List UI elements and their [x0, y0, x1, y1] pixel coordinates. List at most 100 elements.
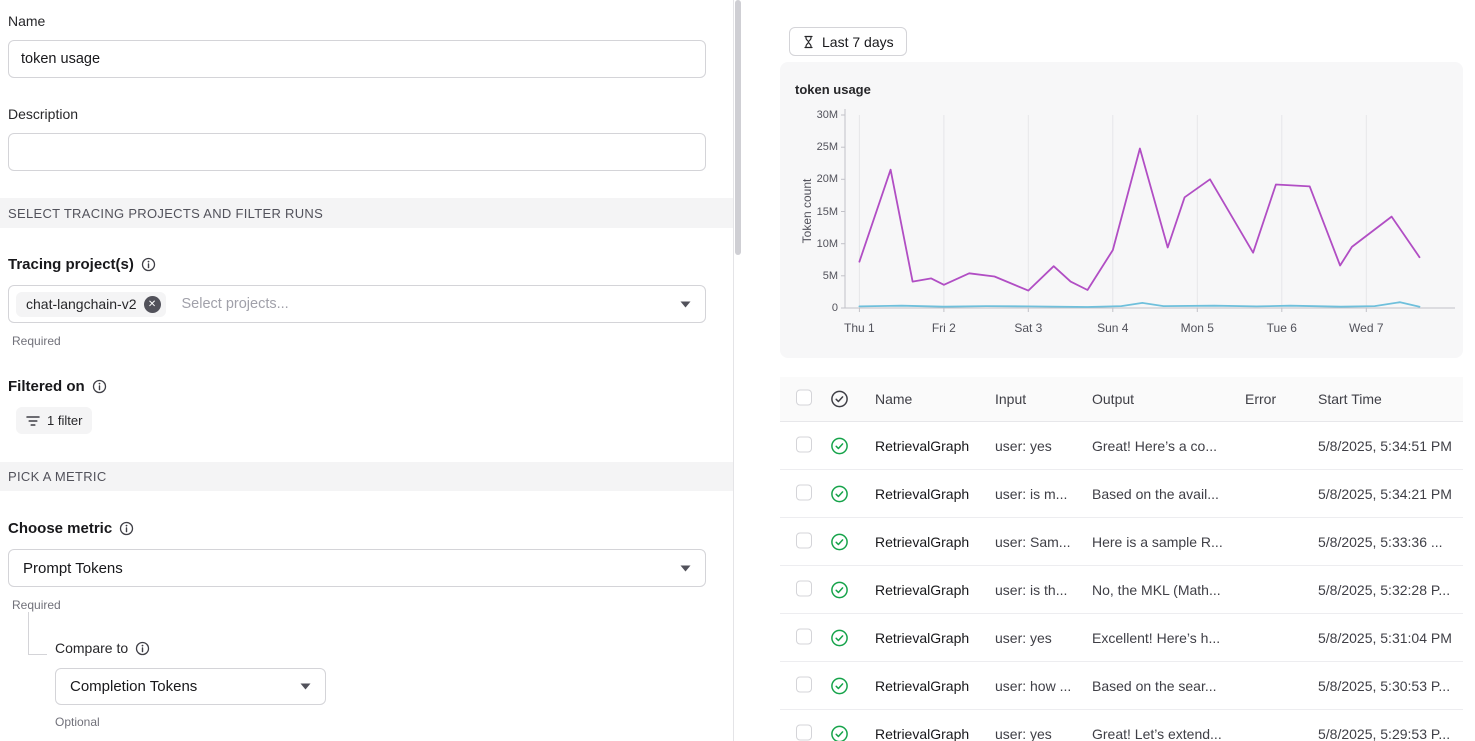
filtered-on-label-text: Filtered on: [8, 378, 85, 395]
y-axis-tick-label: 0: [798, 302, 838, 314]
column-header-input[interactable]: Input: [995, 391, 1088, 407]
chevron-down-icon[interactable]: [680, 301, 691, 308]
tracing-projects-label: Tracing project(s): [8, 256, 156, 273]
run-input: user: yes: [995, 726, 1088, 741]
x-axis-tick-label: Sat 3: [998, 321, 1058, 335]
column-header-output[interactable]: Output: [1092, 391, 1241, 407]
select-all-checkbox[interactable]: [796, 390, 812, 406]
table-row[interactable]: RetrievalGraph user: how ... Based on th…: [780, 662, 1463, 710]
table-row[interactable]: RetrievalGraph user: yes Great! Let’s ex…: [780, 710, 1463, 741]
row-checkbox[interactable]: [796, 436, 812, 452]
x-axis-tick-label: Fri 2: [914, 321, 974, 335]
choose-metric-label-text: Choose metric: [8, 520, 112, 537]
table-row[interactable]: RetrievalGraph user: is th... No, the MK…: [780, 566, 1463, 614]
info-icon[interactable]: [141, 257, 156, 272]
x-axis-tick-label: Thu 1: [829, 321, 889, 335]
row-checkbox[interactable]: [796, 724, 812, 740]
filter-count-label: 1 filter: [47, 413, 82, 428]
success-status-icon: [830, 484, 850, 503]
run-output: Excellent! Here’s h...: [1092, 630, 1241, 646]
description-label: Description: [8, 106, 78, 122]
chart-config-panel: Name Description SELECT TRACING PROJECTS…: [0, 0, 733, 741]
filtered-on-label: Filtered on: [8, 378, 107, 395]
chart-panel: token usage Token count 05M10M15M20M25M3…: [780, 62, 1463, 358]
row-checkbox[interactable]: [796, 676, 812, 692]
filter-count-badge[interactable]: 1 filter: [16, 407, 92, 434]
project-chip: chat-langchain-v2 ✕: [16, 292, 166, 317]
column-header-start-time[interactable]: Start Time: [1318, 391, 1463, 407]
success-status-icon: [830, 628, 850, 647]
metric-select[interactable]: Prompt Tokens: [8, 549, 706, 587]
name-input[interactable]: [8, 40, 706, 78]
filter-lines-icon: [26, 415, 40, 427]
run-start-time: 5/8/2025, 5:34:21 PM: [1318, 486, 1463, 502]
success-status-icon: [830, 580, 850, 599]
run-input: user: how ...: [995, 678, 1088, 694]
run-name: RetrievalGraph: [875, 678, 991, 694]
table-row[interactable]: RetrievalGraph user: yes Excellent! Here…: [780, 614, 1463, 662]
tree-connector-line: [28, 612, 47, 655]
tracing-projects-label-text: Tracing project(s): [8, 256, 134, 273]
run-start-time: 5/8/2025, 5:30:53 P...: [1318, 678, 1463, 694]
runs-table: Name Input Output Error Start Time Retri…: [780, 377, 1463, 741]
remove-project-icon[interactable]: ✕: [144, 296, 161, 313]
success-status-icon: [830, 532, 850, 551]
y-axis-tick-label: 5M: [798, 270, 838, 282]
table-row[interactable]: RetrievalGraph user: yes Great! Here’s a…: [780, 422, 1463, 470]
section-header-metric: PICK A METRIC: [0, 462, 733, 491]
table-row[interactable]: RetrievalGraph user: is m... Based on th…: [780, 470, 1463, 518]
info-icon[interactable]: [92, 379, 107, 394]
row-checkbox[interactable]: [796, 628, 812, 644]
y-axis-tick-label: 20M: [798, 173, 838, 185]
y-axis-tick-label: 10M: [798, 238, 838, 250]
status-column-icon: [830, 390, 850, 409]
section-header-projects: SELECT TRACING PROJECTS AND FILTER RUNS: [0, 198, 733, 228]
compare-to-label-text: Compare to: [55, 640, 128, 656]
run-start-time: 5/8/2025, 5:34:51 PM: [1318, 438, 1463, 454]
scrollbar-thumb[interactable]: [735, 0, 741, 255]
y-axis-tick-label: 15M: [798, 206, 838, 218]
description-input[interactable]: [8, 133, 706, 171]
panel-divider: [733, 0, 734, 741]
success-status-icon: [830, 436, 850, 455]
table-row[interactable]: RetrievalGraph user: Sam... Here is a sa…: [780, 518, 1463, 566]
compare-metric-select[interactable]: Completion Tokens: [55, 668, 326, 705]
required-hint: Required: [12, 334, 61, 348]
run-start-time: 5/8/2025, 5:31:04 PM: [1318, 630, 1463, 646]
y-axis-tick-label: 30M: [798, 109, 838, 121]
optional-hint: Optional: [55, 715, 100, 729]
row-checkbox[interactable]: [796, 532, 812, 548]
success-status-icon: [830, 676, 850, 695]
run-input: user: Sam...: [995, 534, 1088, 550]
row-checkbox[interactable]: [796, 580, 812, 596]
chevron-down-icon: [680, 565, 691, 572]
dashboard-editor-page: Name Description SELECT TRACING PROJECTS…: [0, 0, 1475, 741]
row-checkbox[interactable]: [796, 484, 812, 500]
column-header-name[interactable]: Name: [875, 391, 991, 407]
run-name: RetrievalGraph: [875, 534, 991, 550]
run-output: Based on the sear...: [1092, 678, 1241, 694]
run-name: RetrievalGraph: [875, 726, 991, 741]
y-axis-tick-label: 25M: [798, 141, 838, 153]
run-name: RetrievalGraph: [875, 486, 991, 502]
x-axis-tick-label: Sun 4: [1083, 321, 1143, 335]
choose-metric-label: Choose metric: [8, 520, 134, 537]
projects-placeholder: Select projects...: [182, 296, 680, 312]
projects-multiselect[interactable]: chat-langchain-v2 ✕ Select projects...: [8, 285, 706, 323]
run-output: Great! Let’s extend...: [1092, 726, 1241, 741]
table-header-row: Name Input Output Error Start Time: [780, 377, 1463, 422]
metric-select-value: Prompt Tokens: [23, 560, 123, 577]
run-name: RetrievalGraph: [875, 582, 991, 598]
column-header-error[interactable]: Error: [1245, 391, 1314, 407]
success-status-icon: [830, 724, 850, 741]
time-range-label: Last 7 days: [822, 34, 894, 50]
run-start-time: 5/8/2025, 5:33:36 ...: [1318, 534, 1463, 550]
run-start-time: 5/8/2025, 5:29:53 P...: [1318, 726, 1463, 741]
info-icon[interactable]: [135, 641, 150, 656]
run-input: user: is th...: [995, 582, 1088, 598]
run-start-time: 5/8/2025, 5:32:28 P...: [1318, 582, 1463, 598]
hourglass-icon: [802, 35, 815, 49]
time-range-button[interactable]: Last 7 days: [789, 27, 907, 56]
chevron-down-icon: [300, 683, 311, 690]
info-icon[interactable]: [119, 521, 134, 536]
